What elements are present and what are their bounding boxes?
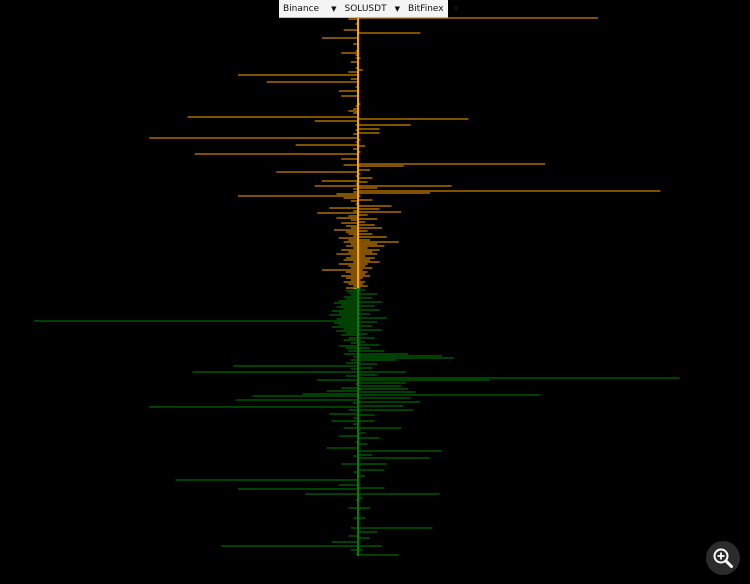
caret-down-icon: ▼ bbox=[394, 4, 400, 13]
symbol-dropdown[interactable]: SOLUSDT ▼ bbox=[340, 0, 403, 17]
depth-bars bbox=[34, 17, 680, 556]
symbol-label: SOLUSDT bbox=[344, 3, 387, 14]
caret-down-icon: ▼ bbox=[331, 4, 337, 13]
exchange-b-dropdown[interactable]: BitFinex ▼ bbox=[404, 0, 463, 17]
zoom-in-icon bbox=[713, 548, 733, 568]
order-book-depth-chart bbox=[34, 17, 680, 556]
zoom-button[interactable] bbox=[706, 541, 740, 575]
exchange-b-label: BitFinex bbox=[407, 3, 444, 14]
exchange-a-label: Binance bbox=[283, 3, 320, 14]
caret-down-icon: ▼ bbox=[453, 4, 459, 13]
exchange-a-dropdown[interactable]: Binance ▼ bbox=[279, 0, 340, 17]
selector-toolbar: Binance ▼ SOLUSDT ▼ BitFinex ▼ bbox=[279, 0, 459, 18]
